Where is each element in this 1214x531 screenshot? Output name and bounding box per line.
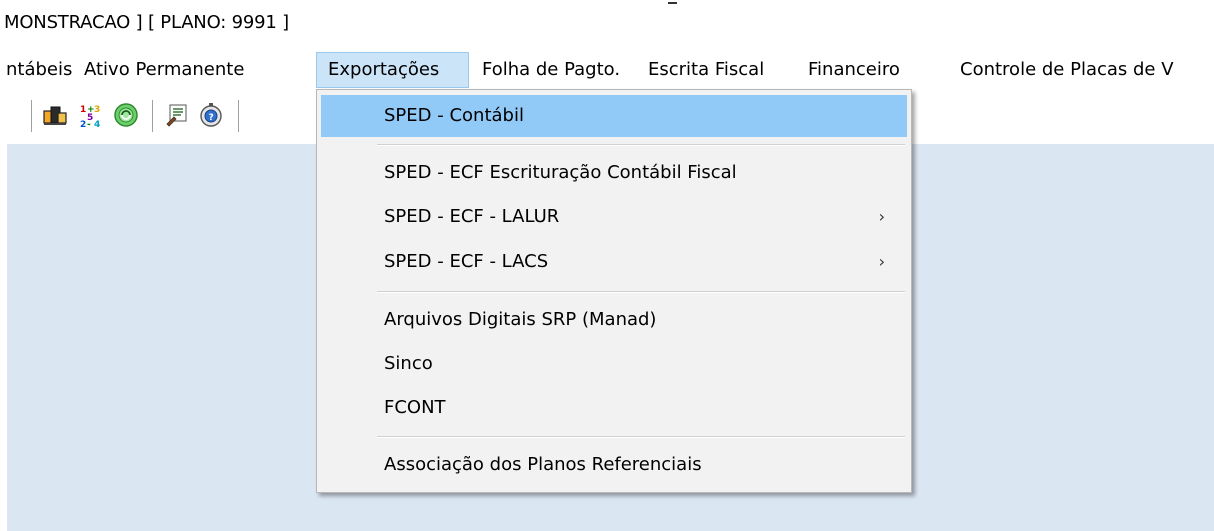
menu-item-sped-ecf-lalur[interactable]: SPED - ECF - LALUR › [321, 196, 907, 238]
help-icon[interactable]: ? [198, 102, 224, 128]
menu-item-sped-ecf-escrituracao[interactable]: SPED - ECF Escrituração Contábil Fiscal [321, 152, 907, 194]
toolbar-separator [152, 100, 153, 132]
recycle-icon[interactable] [113, 102, 139, 128]
window-title: MONSTRACAO ] [ PLANO: 9991 ] [4, 12, 289, 33]
window-left-edge [0, 140, 7, 531]
svg-text:4: 4 [94, 120, 100, 128]
svg-text:3: 3 [94, 105, 100, 115]
menu-separator [377, 291, 905, 293]
menu-folha-de-pagto[interactable]: Folha de Pagto. [482, 52, 620, 88]
menu-item-label: SPED - Contábil [384, 105, 524, 126]
menu-item-sped-contabil[interactable]: SPED - Contábil [321, 95, 907, 137]
report-icon[interactable] [164, 102, 190, 128]
menu-item-arquivos-digitais-srp[interactable]: Arquivos Digitais SRP (Manad) [321, 299, 907, 341]
exportacoes-dropdown-menu: SPED - Contábil SPED - ECF Escrituração … [316, 89, 912, 493]
menu-item-label: SPED - ECF - LACS [384, 251, 549, 272]
minimize-icon[interactable] [668, 2, 677, 4]
menu-item-fcont[interactable]: FCONT [321, 387, 907, 429]
svg-text:2: 2 [80, 120, 86, 128]
numbers-icon[interactable]: 1 + 3 5 2 - 4 [78, 102, 104, 130]
menu-controle-de-placas[interactable]: Controle de Placas de V [960, 52, 1174, 88]
toolbar-separator [31, 100, 32, 132]
svg-text:1: 1 [80, 105, 86, 115]
menu-escrita-fiscal[interactable]: Escrita Fiscal [648, 52, 764, 88]
svg-text:-: - [87, 120, 91, 128]
menu-ativo-permanente[interactable]: Ativo Permanente [84, 52, 244, 88]
menu-item-sped-ecf-lacs[interactable]: SPED - ECF - LACS › [321, 241, 907, 283]
menu-separator [377, 144, 905, 146]
toolbar-separator [238, 100, 239, 132]
submenu-arrow-icon: › [878, 207, 885, 226]
menu-exportacoes[interactable]: Exportações [316, 52, 469, 88]
menu-bar: ntábeis Ativo Permanente Exportações Fol… [0, 52, 1214, 90]
menu-item-sinco[interactable]: Sinco [321, 343, 907, 385]
menu-item-label: SPED - ECF - LALUR [384, 206, 560, 227]
menu-item-label: FCONT [384, 397, 446, 418]
title-bar: MONSTRACAO ] [ PLANO: 9991 ] [0, 0, 1214, 46]
menu-item-associacao-planos-referenciais[interactable]: Associação dos Planos Referenciais [321, 444, 907, 486]
menu-item-label: Arquivos Digitais SRP (Manad) [384, 309, 657, 330]
submenu-arrow-icon: › [878, 252, 885, 271]
menu-item-label: SPED - ECF Escrituração Contábil Fiscal [384, 162, 737, 183]
svg-text:?: ? [209, 113, 214, 123]
menu-item-label: Associação dos Planos Referenciais [384, 454, 702, 475]
menu-separator [377, 436, 905, 438]
menu-financeiro[interactable]: Financeiro [808, 52, 900, 88]
menu-contabeis[interactable]: ntábeis [6, 52, 72, 88]
chart-cubes-icon[interactable] [42, 102, 68, 128]
menu-item-label: Sinco [384, 353, 433, 374]
